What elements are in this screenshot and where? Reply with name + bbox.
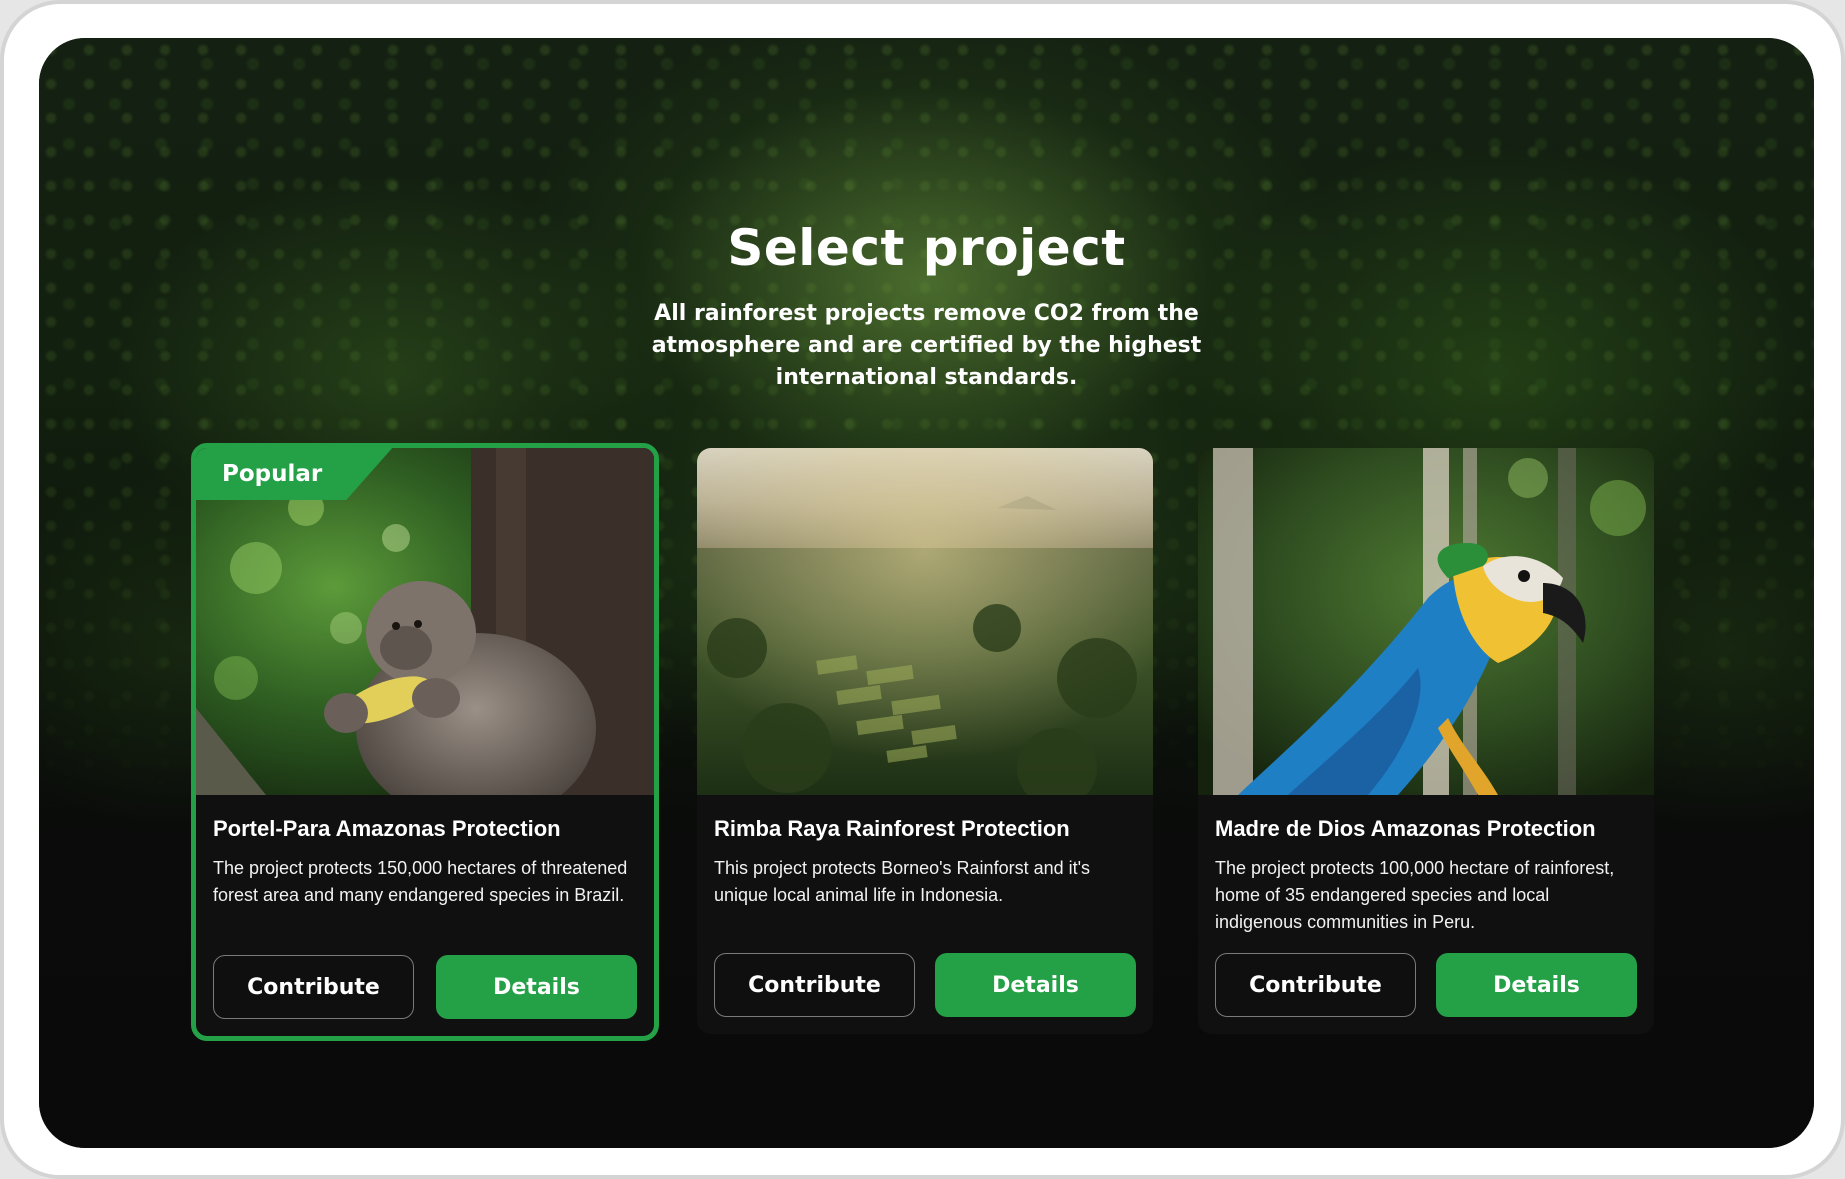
project-card-rimba-raya: Rimba Raya Rainforest Protection This pr… bbox=[697, 448, 1153, 1034]
page-title: Select project bbox=[727, 219, 1126, 277]
project-card-madre-de-dios: Madre de Dios Amazonas Protection The pr… bbox=[1198, 448, 1654, 1034]
card-body: Madre de Dios Amazonas Protection The pr… bbox=[1198, 795, 1654, 936]
contribute-button[interactable]: Contribute bbox=[213, 955, 414, 1019]
contribute-button[interactable]: Contribute bbox=[1215, 953, 1416, 1017]
card-actions: Contribute Details bbox=[1215, 953, 1637, 1017]
details-button[interactable]: Details bbox=[436, 955, 637, 1019]
details-button[interactable]: Details bbox=[1436, 953, 1637, 1017]
screen: Select project All rainforest projects r… bbox=[39, 38, 1814, 1148]
project-title: Madre de Dios Amazonas Protection bbox=[1215, 816, 1596, 841]
device-frame: Select project All rainforest projects r… bbox=[0, 0, 1845, 1179]
aerial-rainforest-photo bbox=[697, 448, 1153, 795]
project-card-portel-para: Popular Portel-Para Amazonas Protection … bbox=[191, 443, 659, 1041]
project-description: The project protects 100,000 hectare of … bbox=[1215, 858, 1615, 932]
page-header: Select project All rainforest projects r… bbox=[39, 218, 1814, 394]
project-image-aerial bbox=[697, 448, 1153, 795]
project-description: This project protects Borneo's Rainforst… bbox=[714, 858, 1091, 905]
project-description: The project protects 150,000 hectares of… bbox=[213, 858, 628, 905]
project-title: Rimba Raya Rainforest Protection bbox=[714, 816, 1070, 841]
project-image-monkey: Popular bbox=[196, 448, 654, 795]
contribute-button[interactable]: Contribute bbox=[714, 953, 915, 1017]
monkey-photo bbox=[196, 448, 654, 795]
card-actions: Contribute Details bbox=[213, 955, 637, 1019]
details-button[interactable]: Details bbox=[935, 953, 1136, 1017]
card-body: Portel-Para Amazonas Protection The proj… bbox=[196, 795, 654, 936]
project-title: Portel-Para Amazonas Protection bbox=[213, 816, 561, 841]
card-actions: Contribute Details bbox=[714, 953, 1136, 1017]
card-body: Rimba Raya Rainforest Protection This pr… bbox=[697, 795, 1153, 936]
project-image-macaw bbox=[1198, 448, 1654, 795]
page-subtitle: All rainforest projects remove CO2 from … bbox=[651, 301, 1202, 390]
macaw-photo bbox=[1198, 448, 1654, 795]
